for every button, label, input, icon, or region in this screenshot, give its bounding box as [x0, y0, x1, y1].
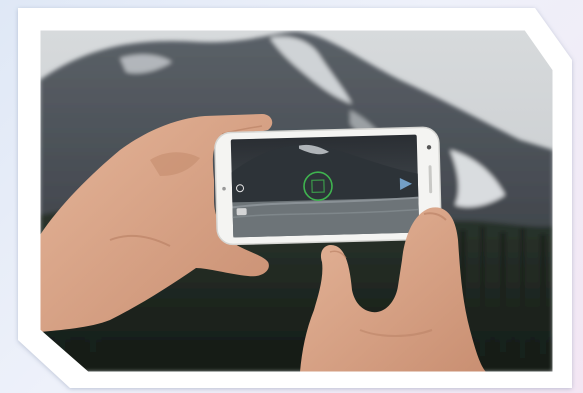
photo-frame: [18, 8, 572, 388]
video-mode-icon[interactable]: [236, 208, 247, 216]
photo: [40, 30, 553, 372]
smartphone: [214, 126, 442, 246]
